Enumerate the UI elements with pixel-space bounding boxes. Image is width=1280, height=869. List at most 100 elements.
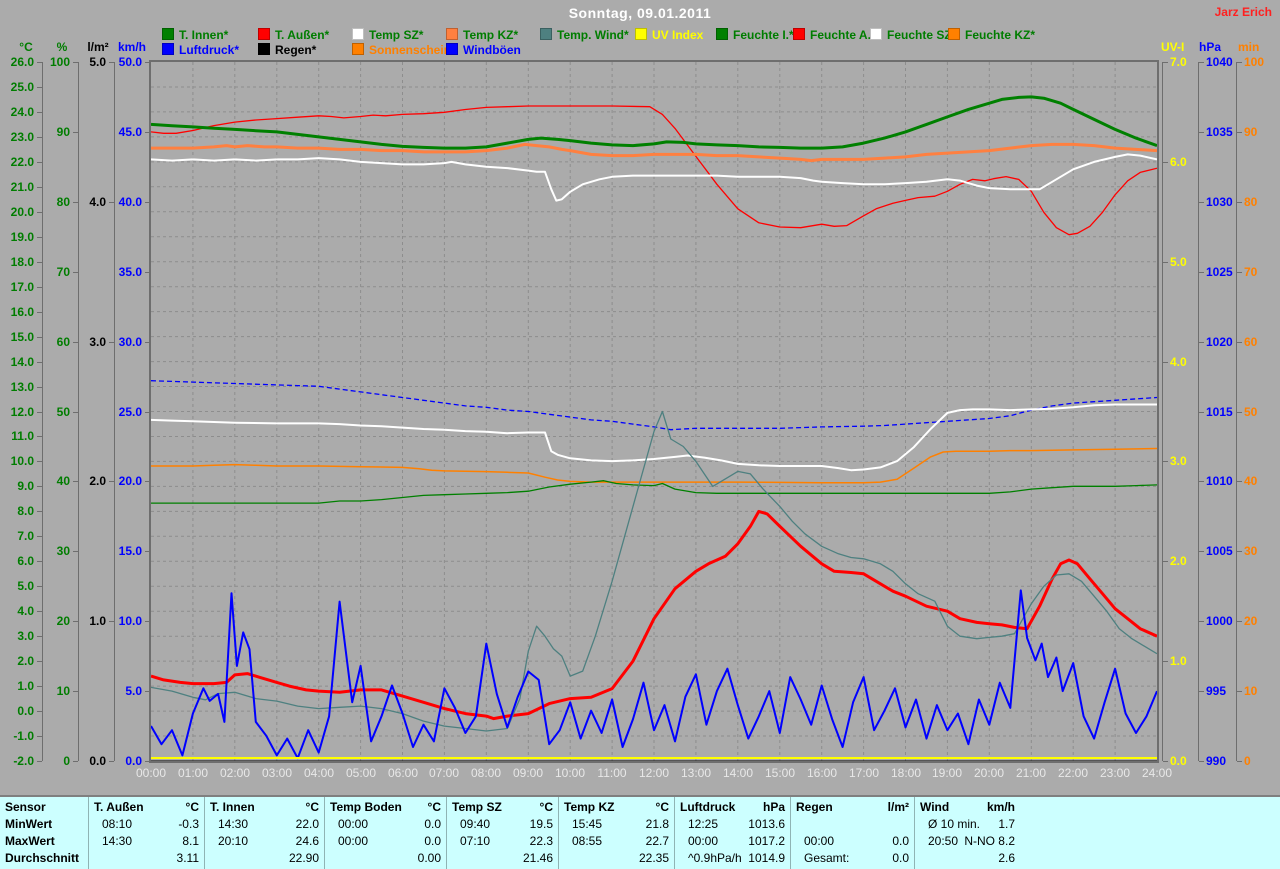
axis-tick-label-tempC: 18.0	[0, 256, 34, 268]
axis-tick	[1199, 761, 1204, 762]
axis-tick	[1237, 551, 1242, 552]
axis-tick-label-min: 50	[1244, 406, 1278, 418]
x-axis-label: 08:00	[464, 766, 508, 780]
legend-label: Temp SZ*	[369, 28, 423, 42]
table-column-temp-sz: Temp SZ°C09:4019.507:1022.321.46	[446, 797, 558, 869]
cell-value: 21.8	[646, 816, 669, 833]
table-column-header: T. Innen°C	[210, 799, 319, 816]
legend-label: Temp. Wind*	[557, 28, 629, 42]
swatch-orange-icon	[948, 28, 960, 40]
x-axis-label: 11:00	[590, 766, 634, 780]
axis-tick-label-tempC: 26.0	[0, 56, 34, 68]
axis-tick	[37, 586, 42, 587]
x-axis-label: 13:00	[674, 766, 718, 780]
axis-tick-label-hpa: 1020	[1206, 336, 1240, 348]
table-row: 14:3022.0	[210, 816, 319, 833]
axis-tick-label-percent: 60	[36, 336, 70, 348]
cell-value: N-NO 8.2	[964, 833, 1015, 850]
axis-tick-label-tempC: 0.0	[0, 705, 34, 717]
legend-item-temp-sz-: Temp SZ*	[352, 28, 423, 40]
axis-tick-label-kmh: 50.0	[108, 56, 142, 68]
axis-tick-label-tempC: 25.0	[0, 81, 34, 93]
table-row: 12:25 1013.6	[680, 816, 785, 833]
table-row-label: MaxWert	[5, 833, 83, 850]
swatch-blue-icon	[446, 43, 458, 55]
table-row-label: MinWert	[5, 816, 83, 833]
axis-header-hpa: hPa	[1199, 40, 1239, 54]
legend-label: Feuchte SZ*	[887, 28, 956, 42]
axis-tick-label-min: 80	[1244, 196, 1278, 208]
axis-tick-label-percent: 80	[36, 196, 70, 208]
sensor-unit: °C	[186, 799, 199, 816]
legend-item-feuchte-kz-: Feuchte KZ*	[948, 28, 1035, 40]
axis-tick	[73, 691, 78, 692]
cell-time: 09:40	[452, 816, 490, 833]
cell-time: 00:00	[796, 833, 834, 850]
axis-tick-label-lm2: 5.0	[72, 56, 106, 68]
table-column-wind: Windkm/hØ 10 min.1.720:50N-NO 8.22.6	[914, 797, 1020, 869]
cell-value: 22.35	[639, 850, 669, 867]
sensor-name: Temp SZ	[452, 799, 502, 816]
axis-tick	[1199, 481, 1204, 482]
table-column-regen: Regenl/m²00:000.0Gesamt:0.0	[790, 797, 914, 869]
axis-tick-label-tempC: 14.0	[0, 356, 34, 368]
axis-tick	[37, 561, 42, 562]
cell-value: 8.1	[182, 833, 199, 850]
table-row: 21.46	[452, 850, 553, 867]
cell-time	[564, 850, 572, 867]
axis-tick	[1163, 761, 1168, 762]
axis-tick	[37, 387, 42, 388]
axis-tick-label-kmh: 15.0	[108, 545, 142, 557]
axis-tick-label-percent: 70	[36, 266, 70, 278]
table-row: 00:00 0.0	[796, 833, 909, 850]
axis-tick	[37, 187, 42, 188]
axis-tick-label-min: 100	[1244, 56, 1278, 68]
axis-tick-label-kmh: 10.0	[108, 615, 142, 627]
cell-value: 24.6	[296, 833, 319, 850]
axis-tick-label-tempC: 1.0	[0, 680, 34, 692]
cell-value: 2.6	[998, 850, 1015, 867]
table-row: 15:4521.8	[564, 816, 669, 833]
x-axis-label: 12:00	[632, 766, 676, 780]
table-row	[796, 816, 909, 833]
axis-tick	[1199, 621, 1204, 622]
axis-tick	[37, 611, 42, 612]
swatch-red-icon	[793, 28, 805, 40]
axis-tick	[1163, 262, 1168, 263]
x-axis-label: 09:00	[506, 766, 550, 780]
x-axis-label: 18:00	[884, 766, 928, 780]
sensor-name: Regen	[796, 799, 833, 816]
cell-time: Gesamt:	[796, 850, 849, 867]
legend-item-feuchte-a-: Feuchte A.*	[793, 28, 876, 40]
axis-tick	[37, 661, 42, 662]
axis-tick-label-tempC: 12.0	[0, 406, 34, 418]
table-column-header: Temp Boden°C	[330, 799, 441, 816]
cell-time: 12:25	[680, 816, 718, 833]
cell-time	[94, 850, 102, 867]
axis-tick-label-tempC: 21.0	[0, 181, 34, 193]
table-row: 14:308.1	[94, 833, 199, 850]
legend-label: Temp KZ*	[463, 28, 518, 42]
sensor-name: Temp KZ	[564, 799, 614, 816]
axis-tick	[1237, 412, 1242, 413]
axis-tick-label-tempC: 9.0	[0, 480, 34, 492]
cell-value: 0.0	[892, 833, 909, 850]
axis-tick	[1199, 272, 1204, 273]
sensor-unit: °C	[656, 799, 669, 816]
table-column-header: Temp KZ °C	[564, 799, 669, 816]
legend-label: UV Index	[652, 28, 703, 42]
axis-tick-label-kmh: 40.0	[108, 196, 142, 208]
legend-item-uv-index: UV Index	[635, 28, 703, 40]
axis-header-percent: %	[42, 40, 82, 54]
cell-value: 1013.6	[748, 816, 785, 833]
legend-item-t-innen-: T. Innen*	[162, 28, 228, 40]
axis-tick	[1199, 691, 1204, 692]
table-row: ^0.9hPa/h1014.9	[680, 850, 785, 867]
axis-header-tempC: °C	[6, 40, 46, 54]
axis-tick-label-percent: 10	[36, 685, 70, 697]
legend-item-t-au-en-: T. Außen*	[258, 28, 329, 40]
table-column-header: T. Außen°C	[94, 799, 199, 816]
table-row: 2.6	[920, 850, 1015, 867]
axis-tick	[1237, 272, 1242, 273]
axis-tick-label-min: 20	[1244, 615, 1278, 627]
